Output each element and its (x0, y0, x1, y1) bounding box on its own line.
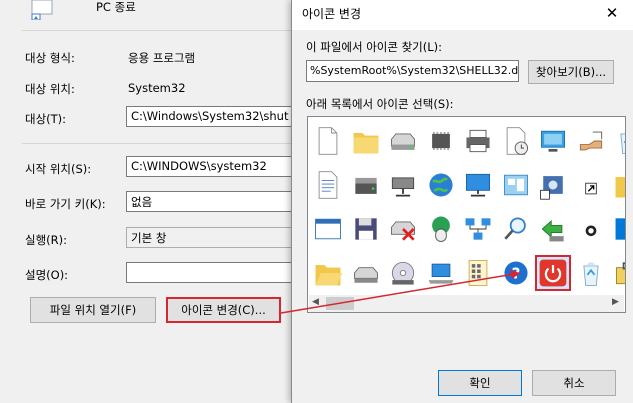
close-icon[interactable]: ✕ (602, 4, 622, 22)
monitor-network-icon[interactable] (460, 167, 496, 203)
run-select[interactable]: 기본 창 (126, 227, 306, 248)
target-type-label: 대상 형식: (25, 51, 75, 65)
target-location-value: System32 (128, 81, 186, 95)
shortcut-key-field[interactable]: 없음 (126, 191, 306, 212)
mouse-globe-icon[interactable] (423, 211, 459, 247)
blank-document-icon[interactable] (310, 123, 346, 159)
shortcut-name: PC 종료 (96, 0, 136, 14)
camera-shortcut-icon[interactable] (535, 167, 571, 203)
icon-file-input[interactable]: %SystemRoot%\System32\SHELL32.dll (306, 60, 519, 82)
run-label: 실행(R): (25, 233, 67, 247)
floppy-icon[interactable] (348, 211, 384, 247)
comment-label: 설명(O): (25, 268, 69, 282)
drive-error-icon[interactable] (385, 211, 421, 247)
hand-share-icon[interactable] (573, 123, 609, 159)
blank-icon[interactable] (573, 211, 609, 247)
target-label: 대상(T): (25, 112, 67, 126)
dvd-icon[interactable] (385, 255, 421, 291)
change-icon-button[interactable]: 아이콘 변경(C)... (166, 297, 281, 323)
power-icon[interactable] (535, 255, 571, 291)
toolbox-icon[interactable] (610, 255, 625, 291)
folder-open-icon[interactable] (310, 255, 346, 291)
cancel-button[interactable]: 취소 (532, 370, 616, 396)
scroll-left-icon[interactable]: ◀ (312, 297, 319, 307)
laptop-icon[interactable] (423, 255, 459, 291)
open-file-location-button[interactable]: 파일 위치 열기(F) (30, 297, 156, 323)
scroll-right-icon[interactable]: ▶ (612, 297, 619, 307)
dialog-titlebar: 아이콘 변경 ✕ (292, 0, 633, 30)
recycle-bin-icon[interactable] (610, 123, 625, 159)
separator (22, 143, 302, 144)
change-icon-dialog: 아이콘 변경 ✕ 이 파일에서 아이콘 찾기(L): %SystemRoot%\… (291, 0, 633, 403)
network-drive-icon[interactable] (385, 167, 421, 203)
file-label: 이 파일에서 아이콘 찾기(L): (306, 40, 443, 54)
ok-button[interactable]: 확인 (438, 370, 522, 396)
grid-document-icon[interactable] (460, 255, 496, 291)
recycle-bin-full-icon[interactable] (573, 255, 609, 291)
separator (22, 30, 302, 31)
globe-icon[interactable] (423, 167, 459, 203)
target-type-value: 응용 프로그램 (128, 51, 196, 65)
icon-list-label: 아래 목록에서 아이콘 선택(S): (306, 97, 454, 111)
network-icon[interactable] (460, 211, 496, 247)
comment-field[interactable] (126, 262, 306, 283)
computer-drive-icon[interactable] (348, 167, 384, 203)
scroll-thumb[interactable] (326, 297, 354, 310)
shortcut-arrow-icon[interactable] (573, 167, 609, 203)
start-in-label: 시작 위치(S): (25, 162, 92, 176)
icon-list[interactable]: ? ◀ ▶ (307, 116, 626, 313)
blue-square-icon[interactable] (610, 211, 625, 247)
control-panel-icon[interactable] (498, 167, 534, 203)
target-field[interactable]: C:\Windows\System32\shut (126, 106, 306, 127)
clock-document-icon[interactable] (498, 123, 534, 159)
chip-icon[interactable] (423, 123, 459, 159)
start-in-field[interactable]: C:\WINDOWS\system32 (126, 156, 306, 177)
target-location-label: 대상 위치: (25, 82, 75, 96)
text-document-icon[interactable] (310, 167, 346, 203)
help-icon[interactable]: ? (498, 255, 534, 291)
window-icon[interactable] (310, 211, 346, 247)
cd-drive-icon[interactable] (348, 255, 384, 291)
browse-button[interactable]: 찾아보기(B)... (528, 60, 614, 84)
horizontal-scrollbar[interactable]: ◀ ▶ (309, 295, 624, 312)
zip-folder-icon[interactable] (610, 167, 625, 203)
properties-window: PC 종료 대상 형식: 응용 프로그램 대상 위치: System32 대상(… (0, 0, 306, 403)
shortcut-app-icon (31, 0, 53, 21)
printer-icon[interactable] (460, 123, 496, 159)
shortcut-key-label: 바로 가기 키(K): (25, 197, 106, 211)
dialog-title: 아이콘 변경 (302, 7, 362, 21)
svg-text:?: ? (511, 264, 520, 282)
drive-icon[interactable] (385, 123, 421, 159)
folder-icon[interactable] (348, 123, 384, 159)
green-arrow-icon[interactable] (535, 211, 571, 247)
magnifier-icon[interactable] (498, 211, 534, 247)
screen-settings-icon[interactable] (535, 123, 571, 159)
